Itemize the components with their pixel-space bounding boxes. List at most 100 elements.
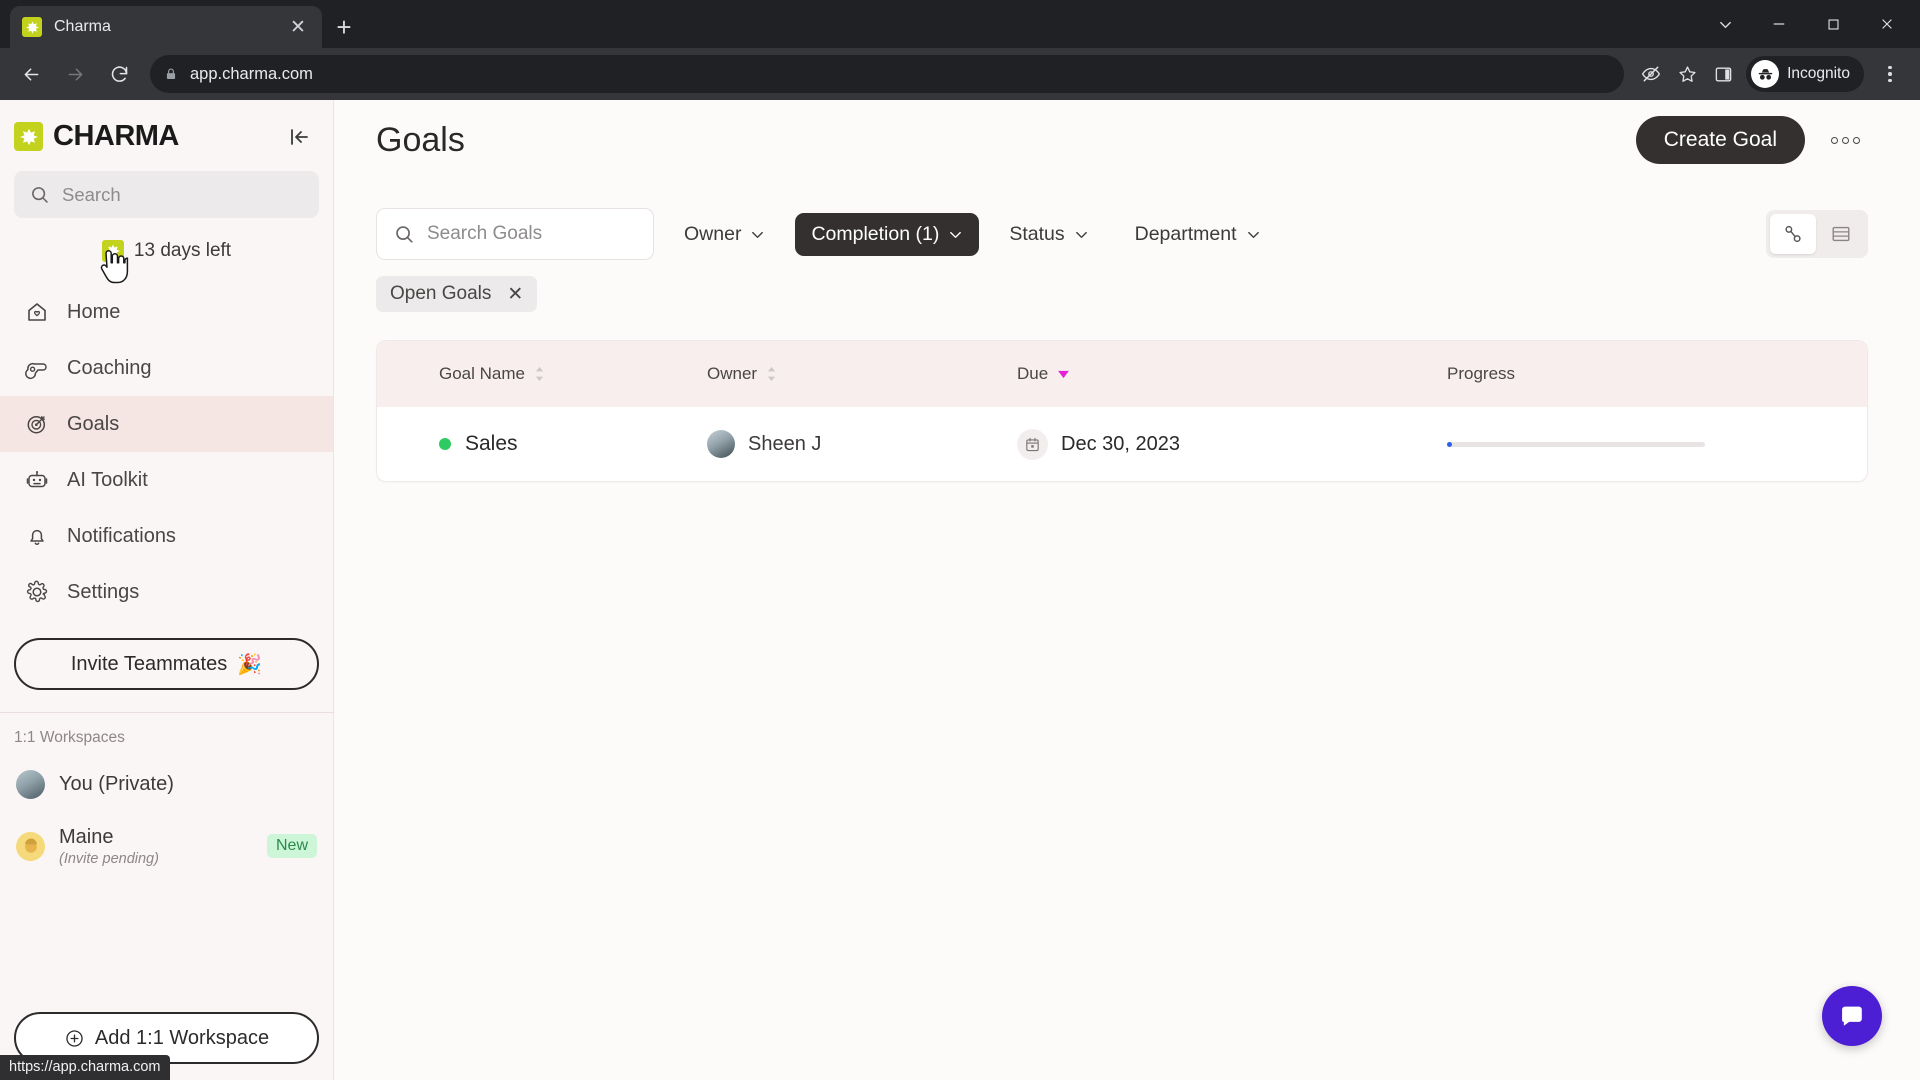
- workspace-name: Maine: [59, 825, 114, 848]
- browser-window: Charma ✕ + app.charma.com Incognito CHAR…: [0, 0, 1920, 1080]
- window-close-icon[interactable]: [1860, 0, 1914, 48]
- view-toggle-group: [1766, 210, 1868, 258]
- sidebar-item-label: Notifications: [67, 524, 176, 547]
- incognito-profile-button[interactable]: Incognito: [1746, 56, 1864, 92]
- sidebar-item-label: Home: [67, 300, 121, 323]
- sidebar-item-ai-toolkit[interactable]: AI Toolkit: [0, 452, 333, 508]
- chevron-down-icon: [948, 227, 963, 242]
- column-label: Progress: [1447, 364, 1516, 383]
- link-status-bar: https://app.charma.com: [0, 1055, 170, 1080]
- home-icon: [24, 300, 49, 324]
- charma-star-icon: [22, 17, 42, 37]
- sidebar-nav: Home Coaching Goals AI Toolkit Notificat…: [0, 284, 333, 620]
- column-header-progress: Progress: [1447, 364, 1867, 384]
- kebab-menu-icon[interactable]: [1870, 54, 1910, 94]
- status-badge: New: [266, 834, 317, 858]
- sidebar-item-label: Goals: [67, 412, 120, 435]
- avatar: [707, 430, 735, 458]
- close-icon[interactable]: ✕: [507, 283, 523, 306]
- incognito-label: Incognito: [1787, 65, 1850, 82]
- maximize-icon[interactable]: [1806, 0, 1860, 48]
- sidebar-item-settings[interactable]: Settings: [0, 564, 333, 620]
- sidebar-item-home[interactable]: Home: [0, 284, 333, 340]
- column-header-due[interactable]: Due: [1017, 364, 1447, 384]
- side-panel-icon[interactable]: [1706, 57, 1740, 91]
- list-view-icon[interactable]: [1818, 214, 1864, 254]
- sidebar: CHARMA Search 13 days left Home Coaching…: [0, 100, 334, 1080]
- star-icon[interactable]: [1670, 57, 1704, 91]
- progress-bar: [1447, 441, 1705, 447]
- filter-chip-open-goals[interactable]: Open Goals ✕: [376, 276, 538, 312]
- search-goals-input[interactable]: Search Goals: [376, 208, 654, 260]
- new-tab-button[interactable]: +: [322, 6, 366, 48]
- list-item[interactable]: You (Private): [0, 753, 333, 815]
- sort-desc-icon: [1057, 370, 1070, 379]
- minimize-icon[interactable]: [1752, 0, 1806, 48]
- sort-icon: [534, 366, 545, 382]
- sidebar-item-label: Coaching: [67, 356, 152, 379]
- browser-tab-title: Charma: [54, 18, 111, 35]
- goals-table: Goal Name Owner Due Progress Sales Sheen…: [376, 340, 1868, 482]
- column-label: Goal Name: [439, 364, 525, 383]
- robot-icon: [24, 468, 49, 492]
- list-item[interactable]: Maine (Invite pending) New: [0, 815, 333, 877]
- reload-icon[interactable]: [98, 53, 140, 95]
- browser-tab-strip: Charma ✕ +: [0, 0, 1920, 48]
- browser-tab[interactable]: Charma ✕: [10, 6, 322, 48]
- filter-label: Owner: [684, 222, 742, 245]
- charma-star-icon: [14, 122, 43, 151]
- eye-off-icon[interactable]: [1634, 57, 1668, 91]
- filter-completion-button[interactable]: Completion (1): [795, 212, 980, 256]
- address-bar[interactable]: app.charma.com: [150, 55, 1625, 93]
- cell-goal-name: Sales: [377, 432, 707, 456]
- chip-label: Open Goals: [390, 283, 492, 304]
- invite-teammates-button[interactable]: Invite Teammates 🎉: [14, 638, 319, 690]
- sidebar-item-coaching[interactable]: Coaching: [0, 340, 333, 396]
- goal-name: Sales: [465, 432, 518, 455]
- column-label: Owner: [707, 364, 758, 383]
- column-header-owner[interactable]: Owner: [707, 364, 1017, 384]
- filter-bar: Search Goals Owner Completion (1) Status…: [376, 208, 1868, 260]
- filter-department-button[interactable]: Department: [1119, 213, 1277, 256]
- search-icon: [393, 223, 415, 245]
- chevron-down-icon[interactable]: [1698, 0, 1752, 48]
- column-header-goal-name[interactable]: Goal Name: [377, 364, 707, 384]
- address-bar-url: app.charma.com: [190, 64, 313, 83]
- back-arrow-icon[interactable]: [10, 53, 52, 95]
- owner-name: Sheen J: [748, 432, 822, 455]
- table-row[interactable]: Sales Sheen J Dec 30, 2023: [377, 407, 1867, 481]
- workspaces-section-label: 1:1 Workspaces: [14, 729, 125, 746]
- chat-bubble-icon[interactable]: [1822, 986, 1882, 1046]
- window-controls: [1698, 0, 1914, 48]
- cell-due: Dec 30, 2023: [1017, 428, 1447, 460]
- tree-view-icon[interactable]: [1770, 214, 1816, 254]
- status-dot-icon: [439, 438, 451, 450]
- sidebar-item-notifications[interactable]: Notifications: [0, 508, 333, 564]
- search-input[interactable]: Search: [14, 171, 319, 218]
- filter-status-button[interactable]: Status: [993, 213, 1104, 256]
- progress-bar-fill: [1447, 441, 1453, 447]
- sidebar-item-goals[interactable]: Goals: [0, 396, 333, 452]
- avatar: [16, 831, 45, 861]
- sidebar-item-label: AI Toolkit: [67, 468, 148, 491]
- avatar: [16, 769, 45, 799]
- calendar-icon: [1017, 428, 1048, 460]
- filter-label: Completion (1): [811, 222, 940, 245]
- sort-icon: [766, 366, 777, 382]
- create-goal-button[interactable]: Create Goal: [1635, 116, 1805, 164]
- filter-owner-button[interactable]: Owner: [668, 213, 781, 256]
- header-actions: Create Goal: [1635, 116, 1868, 164]
- more-options-icon[interactable]: [1823, 129, 1868, 152]
- active-filter-chips: Open Goals ✕: [376, 276, 1868, 312]
- page-header: Goals Create Goal: [334, 100, 1920, 180]
- chevron-down-icon: [1074, 227, 1089, 242]
- workspace-status: (Invite pending): [59, 850, 159, 867]
- close-icon[interactable]: ✕: [286, 18, 310, 37]
- whistle-icon: [24, 356, 49, 380]
- search-goals-placeholder: Search Goals: [427, 223, 543, 244]
- add-workspace-label: Add 1:1 Workspace: [94, 1026, 270, 1049]
- chevron-down-icon: [1246, 227, 1261, 242]
- collapse-sidebar-icon[interactable]: [283, 121, 315, 153]
- table-header-row: Goal Name Owner Due Progress: [377, 341, 1867, 407]
- lock-icon: [164, 67, 178, 81]
